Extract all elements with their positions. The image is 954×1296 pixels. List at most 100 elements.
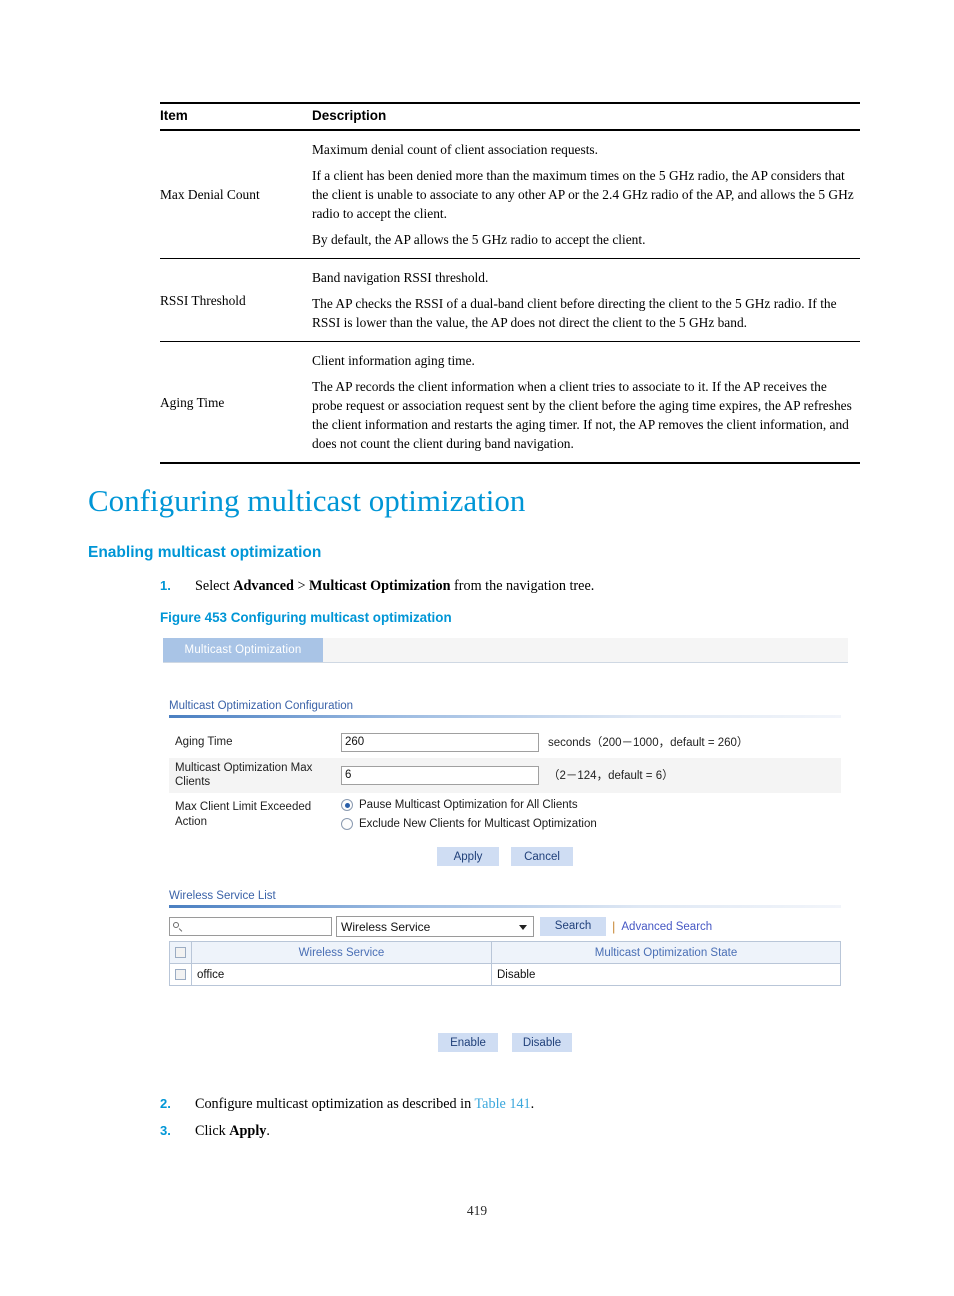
step-text-suffix: . bbox=[530, 1096, 535, 1112]
aging-time-input[interactable] bbox=[341, 732, 539, 752]
select-all-cell[interactable] bbox=[169, 941, 192, 964]
row-description: Band navigation RSSI threshold. The AP c… bbox=[312, 259, 860, 342]
table-head: Item Description bbox=[160, 103, 860, 130]
section-title: Wireless Service List bbox=[169, 890, 276, 902]
section-divider bbox=[169, 905, 841, 908]
wireless-service-table-head: Wireless Service Multicast Optimization … bbox=[169, 941, 841, 964]
step-number: 1. bbox=[160, 578, 171, 593]
section-subtitle: Enabling multicast optimization bbox=[88, 544, 322, 561]
radio-option-exclude[interactable]: Exclude New Clients for Multicast Optimi… bbox=[341, 815, 597, 834]
section-title: Multicast Optimization Configuration bbox=[169, 700, 354, 712]
max-clients-input[interactable] bbox=[341, 765, 539, 785]
figure-screenshot: Multicast Optimization Multicast Optimiz… bbox=[163, 638, 848, 1068]
hint-max-clients: （2－124，default = 6） bbox=[548, 770, 674, 783]
description-paragraph: Client information aging time. bbox=[312, 353, 475, 369]
cell-multicast-optimization-state: Disable bbox=[491, 963, 841, 986]
column-header-wireless-service: Wireless Service bbox=[191, 941, 492, 964]
config-action-buttons: Apply Cancel bbox=[169, 837, 841, 866]
description-paragraph: By default, the AP allows the 5 GHz radi… bbox=[312, 232, 646, 248]
search-input-wrapper[interactable] bbox=[169, 917, 332, 936]
row-description: Maximum denial count of client associati… bbox=[312, 130, 860, 259]
table-header-row: Item Description bbox=[160, 103, 860, 130]
table-row: RSSI Threshold Band navigation RSSI thre… bbox=[160, 259, 860, 342]
row-item-label: Max Denial Count bbox=[160, 187, 260, 203]
step-text-bold-multicast: Multicast Optimization bbox=[309, 578, 451, 594]
hint-aging-time: seconds（200－1000，default = 260） bbox=[548, 737, 749, 749]
wireless-service-table-body: office Disable bbox=[169, 963, 841, 986]
step-item-2: 2. Configure multicast optimization as d… bbox=[160, 1096, 534, 1113]
radio-option-pause-label: Pause Multicast Optimization for All Cli… bbox=[359, 799, 578, 812]
table-row: Max Denial Count Maximum denial count of… bbox=[160, 130, 860, 259]
step-text: Click Apply. bbox=[195, 1123, 270, 1140]
page-number: 419 bbox=[466, 1203, 488, 1218]
table-header-row: Wireless Service Multicast Optimization … bbox=[169, 941, 841, 964]
table-141-link[interactable]: Table 141 bbox=[475, 1096, 531, 1112]
apply-button[interactable]: Apply bbox=[437, 846, 499, 866]
table-row: office Disable bbox=[169, 963, 841, 986]
step-text-suffix: . bbox=[266, 1123, 270, 1139]
document-page: Item Description Max Denial Count Maximu… bbox=[0, 0, 954, 1296]
table-row: Aging Time Client information aging time… bbox=[160, 342, 860, 464]
tab-strip: Multicast Optimization bbox=[163, 638, 848, 663]
radio-option-exclude-label: Exclude New Clients for Multicast Optimi… bbox=[359, 818, 597, 831]
description-paragraph: Maximum denial count of client associati… bbox=[312, 142, 598, 157]
table-body: Max Denial Count Maximum denial count of… bbox=[160, 130, 860, 464]
search-button[interactable]: Search bbox=[540, 917, 606, 936]
section-wireless-service-list: Wireless Service List bbox=[169, 890, 841, 908]
search-icon bbox=[173, 921, 183, 932]
description-paragraph: If a client has been denied more than th… bbox=[312, 168, 854, 222]
column-header-multicast-optimization-state: Multicast Optimization State bbox=[491, 941, 841, 964]
description-paragraph: The AP checks the RSSI of a dual-band cl… bbox=[312, 296, 837, 331]
row-checkbox[interactable] bbox=[175, 968, 186, 980]
step-text-prefix: Select bbox=[195, 578, 234, 594]
step-text-prefix: Click bbox=[195, 1123, 230, 1139]
row-select-cell[interactable] bbox=[169, 963, 192, 986]
search-field-selected-value: Wireless Service bbox=[341, 919, 431, 934]
cancel-button[interactable]: Cancel bbox=[511, 846, 573, 866]
step-item-3: 3. Click Apply. bbox=[160, 1123, 270, 1140]
chevron-down-icon bbox=[519, 925, 527, 930]
description-paragraph: The AP records the client information wh… bbox=[312, 379, 852, 452]
step-text-separator: > bbox=[293, 578, 310, 594]
step-text: Configure multicast optimization as desc… bbox=[195, 1096, 534, 1113]
radio-pause-icon[interactable] bbox=[341, 799, 353, 812]
step-number: 3. bbox=[160, 1123, 171, 1138]
radio-exclude-icon[interactable] bbox=[341, 818, 353, 831]
config-form: Aging Time seconds（200－1000，default = 26… bbox=[169, 726, 841, 866]
separator: | bbox=[612, 919, 616, 934]
row-item-label: Aging Time bbox=[160, 394, 225, 410]
column-header-item: Item bbox=[160, 108, 188, 123]
step-text-bold-apply: Apply bbox=[229, 1123, 267, 1139]
label-aging-time: Aging Time bbox=[175, 735, 233, 748]
search-bar: Wireless Service Search | Advanced Searc… bbox=[169, 916, 841, 937]
advanced-search-link[interactable]: Advanced Search bbox=[621, 921, 712, 933]
search-field-select[interactable]: Wireless Service bbox=[336, 916, 534, 937]
list-action-buttons: Enable Disable bbox=[169, 1033, 841, 1052]
tab-multicast-optimization[interactable]: Multicast Optimization bbox=[163, 638, 323, 662]
section-divider bbox=[169, 715, 841, 718]
radio-group-exceeded-action: Pause Multicast Optimization for All Cli… bbox=[341, 796, 597, 834]
row-item-label: RSSI Threshold bbox=[160, 292, 246, 308]
label-max-client-limit-exceeded-action: Max Client Limit Exceeded Action bbox=[175, 801, 312, 828]
radio-option-pause[interactable]: Pause Multicast Optimization for All Cli… bbox=[341, 796, 597, 815]
step-item-1: 1. Select Advanced > Multicast Optimizat… bbox=[160, 578, 594, 595]
parameter-description-table: Item Description Max Denial Count Maximu… bbox=[160, 102, 860, 464]
column-header-description: Description bbox=[312, 108, 387, 123]
select-all-checkbox[interactable] bbox=[175, 946, 186, 958]
step-text-suffix: from the navigation tree. bbox=[450, 578, 595, 594]
step-text-prefix: Configure multicast optimization as desc… bbox=[195, 1096, 475, 1112]
figure-caption: Figure 453 Configuring multicast optimiz… bbox=[160, 610, 452, 625]
row-description: Client information aging time. The AP re… bbox=[312, 342, 860, 464]
step-number: 2. bbox=[160, 1096, 171, 1111]
page-title: Configuring multicast optimization bbox=[88, 483, 526, 518]
label-multicast-optimization-max-clients: Multicast Optimization Max Clients bbox=[175, 762, 313, 789]
form-row-max-clients: Multicast Optimization Max Clients （2－12… bbox=[169, 758, 841, 793]
step-text-bold-advanced: Advanced bbox=[233, 578, 294, 594]
description-paragraph: Band navigation RSSI threshold. bbox=[312, 270, 489, 286]
disable-button[interactable]: Disable bbox=[512, 1033, 572, 1052]
enable-button[interactable]: Enable bbox=[438, 1033, 498, 1052]
step-text: Select Advanced > Multicast Optimization… bbox=[195, 578, 594, 595]
form-row-max-client-limit-exceeded-action: Max Client Limit Exceeded Action Pause M… bbox=[169, 793, 841, 837]
form-row-aging-time: Aging Time seconds（200－1000，default = 26… bbox=[169, 726, 841, 758]
section-multicast-optimization-configuration: Multicast Optimization Configuration bbox=[169, 700, 841, 718]
